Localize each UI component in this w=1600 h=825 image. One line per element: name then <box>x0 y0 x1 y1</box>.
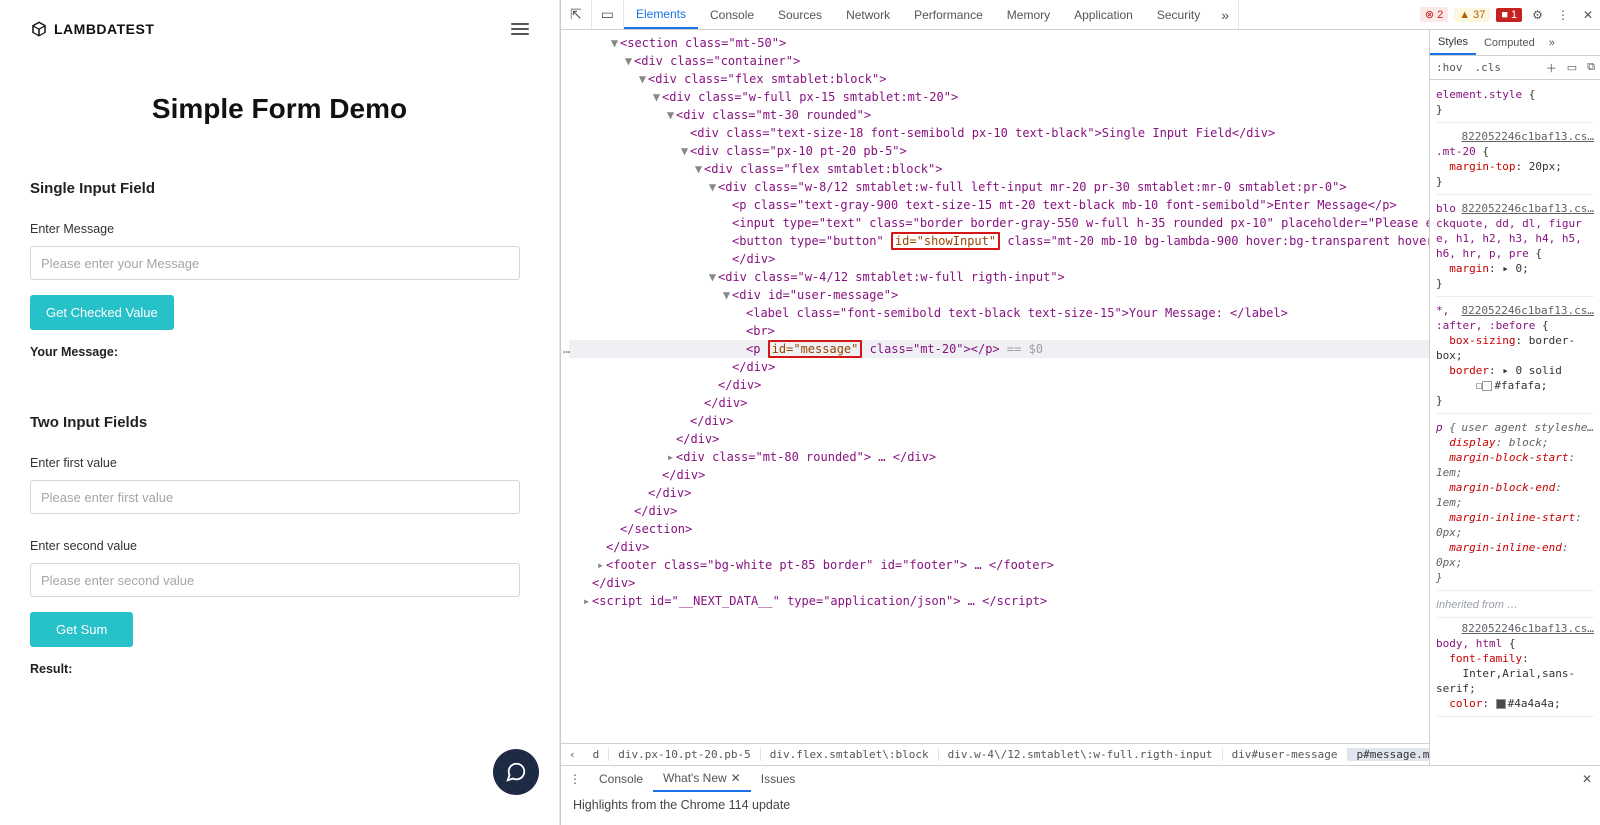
drawer-body: Highlights from the Chrome 114 update <box>561 792 1600 818</box>
src-link[interactable]: 822052246c1baf13.cs… <box>1462 621 1594 636</box>
crumb-seg[interactable]: d <box>584 748 610 761</box>
hov-toggle[interactable]: :hov <box>1430 61 1469 74</box>
result-label: Result: <box>30 662 529 676</box>
crumb-left-icon[interactable]: ‹ <box>561 748 584 761</box>
inspect-icon[interactable]: ⇱ <box>561 0 592 29</box>
device-toolbar-icon[interactable]: ▭ <box>592 0 624 29</box>
page-title: Simple Form Demo <box>30 93 529 125</box>
two-input-heading: Two Input Fields <box>30 414 529 431</box>
tab-application[interactable]: Application <box>1062 0 1145 29</box>
chat-button[interactable] <box>493 749 539 795</box>
tab-security[interactable]: Security <box>1145 0 1212 29</box>
dom-breadcrumb: ‹ d div.px-10.pt-20.pb-5 div.flex.smtabl… <box>561 743 1429 765</box>
second-value-label: Enter second value <box>30 539 529 553</box>
second-value-input[interactable] <box>30 563 520 597</box>
more-tabs-icon[interactable]: » <box>1212 0 1239 29</box>
brand-text: LAMBDATEST <box>54 21 154 37</box>
drawer-tab-issues[interactable]: Issues <box>751 766 806 792</box>
dom-tree[interactable]: ▼<section class="mt-50"> ▼<div class="co… <box>561 30 1429 743</box>
close-tab-icon[interactable]: ✕ <box>731 771 741 785</box>
brand[interactable]: LAMBDATEST <box>30 20 154 38</box>
tab-elements[interactable]: Elements <box>624 0 698 29</box>
drawer: ⋮ Console What's New ✕ Issues ✕ Highligh… <box>561 765 1600 825</box>
src-link[interactable]: 822052246c1baf13.cs… <box>1462 201 1594 216</box>
settings-icon[interactable]: ⚙ <box>1525 8 1550 22</box>
logo-icon <box>30 20 48 38</box>
single-input-heading: Single Input Field <box>30 180 529 197</box>
src-link[interactable]: 822052246c1baf13.cs… <box>1462 303 1594 318</box>
crumb-seg[interactable]: div.px-10.pt-20.pb-5 <box>609 748 760 761</box>
highlight-message-id: id="message" <box>768 340 863 358</box>
errors-badge[interactable]: ⊗ 2 <box>1420 7 1448 22</box>
new-style-rule-icon[interactable]: ＋ <box>1541 60 1562 76</box>
drawer-close-icon[interactable]: ✕ <box>1574 772 1600 786</box>
drawer-tab-whats-new[interactable]: What's New ✕ <box>653 766 751 792</box>
tab-network[interactable]: Network <box>834 0 902 29</box>
src-link[interactable]: 822052246c1baf13.cs… <box>1462 129 1594 144</box>
elements-panel: ▼<section class="mt-50"> ▼<div class="co… <box>561 30 1430 765</box>
first-value-input[interactable] <box>30 480 520 514</box>
hamburger-icon[interactable] <box>511 23 529 35</box>
devtools: ⇱ ▭ Elements Console Sources Network Per… <box>560 0 1600 825</box>
toggle-classes-icon[interactable]: ▭ <box>1562 61 1582 74</box>
styles-sidebar: Styles Computed » :hov .cls ＋ ▭ ⧉ elemen… <box>1430 30 1600 765</box>
styles-more-tabs-icon[interactable]: » <box>1543 37 1561 49</box>
tab-performance[interactable]: Performance <box>902 0 995 29</box>
kebab-icon[interactable]: ⋮ <box>1550 8 1576 22</box>
warnings-badge[interactable]: ▲ 37 <box>1454 8 1490 22</box>
tab-sources[interactable]: Sources <box>766 0 834 29</box>
crumb-seg[interactable]: div.w-4\/12.smtablet\:w-full.rigth-input <box>939 748 1223 761</box>
get-checked-value-button[interactable]: Get Checked Value <box>30 295 174 330</box>
your-message-label: Your Message: <box>30 345 529 359</box>
cls-toggle[interactable]: .cls <box>1469 61 1508 74</box>
crumb-seg-selected[interactable]: p#message.mt-20 <box>1348 748 1429 761</box>
message-input[interactable] <box>30 246 520 280</box>
crumb-seg[interactable]: div.flex.smtablet\:block <box>761 748 939 761</box>
get-sum-button[interactable]: Get Sum <box>30 612 133 647</box>
issues-badge[interactable]: ■ 1 <box>1496 8 1522 22</box>
drawer-tab-console[interactable]: Console <box>589 766 653 792</box>
crumb-seg[interactable]: div#user-message <box>1223 748 1348 761</box>
chat-icon <box>505 761 527 783</box>
enter-message-label: Enter Message <box>30 222 529 236</box>
highlight-showinput-id: id="showInput" <box>891 232 1000 250</box>
devtools-tab-bar: ⇱ ▭ Elements Console Sources Network Per… <box>561 0 1600 30</box>
computed-icon[interactable]: ⧉ <box>1582 61 1600 74</box>
tab-memory[interactable]: Memory <box>995 0 1062 29</box>
styles-tab-styles[interactable]: Styles <box>1430 30 1476 55</box>
first-value-label: Enter first value <box>30 456 529 470</box>
selected-dom-node[interactable]: <p id="message" class="mt-20"></p> == $0 <box>569 340 1429 358</box>
page-preview: LAMBDATEST Simple Form Demo Single Input… <box>0 0 560 825</box>
styles-rules[interactable]: element.style {} 822052246c1baf13.cs… .m… <box>1430 80 1600 765</box>
styles-tab-computed[interactable]: Computed <box>1476 30 1543 55</box>
tab-console[interactable]: Console <box>698 0 766 29</box>
drawer-kebab-icon[interactable]: ⋮ <box>561 772 589 786</box>
close-devtools-icon[interactable]: ✕ <box>1576 8 1600 22</box>
